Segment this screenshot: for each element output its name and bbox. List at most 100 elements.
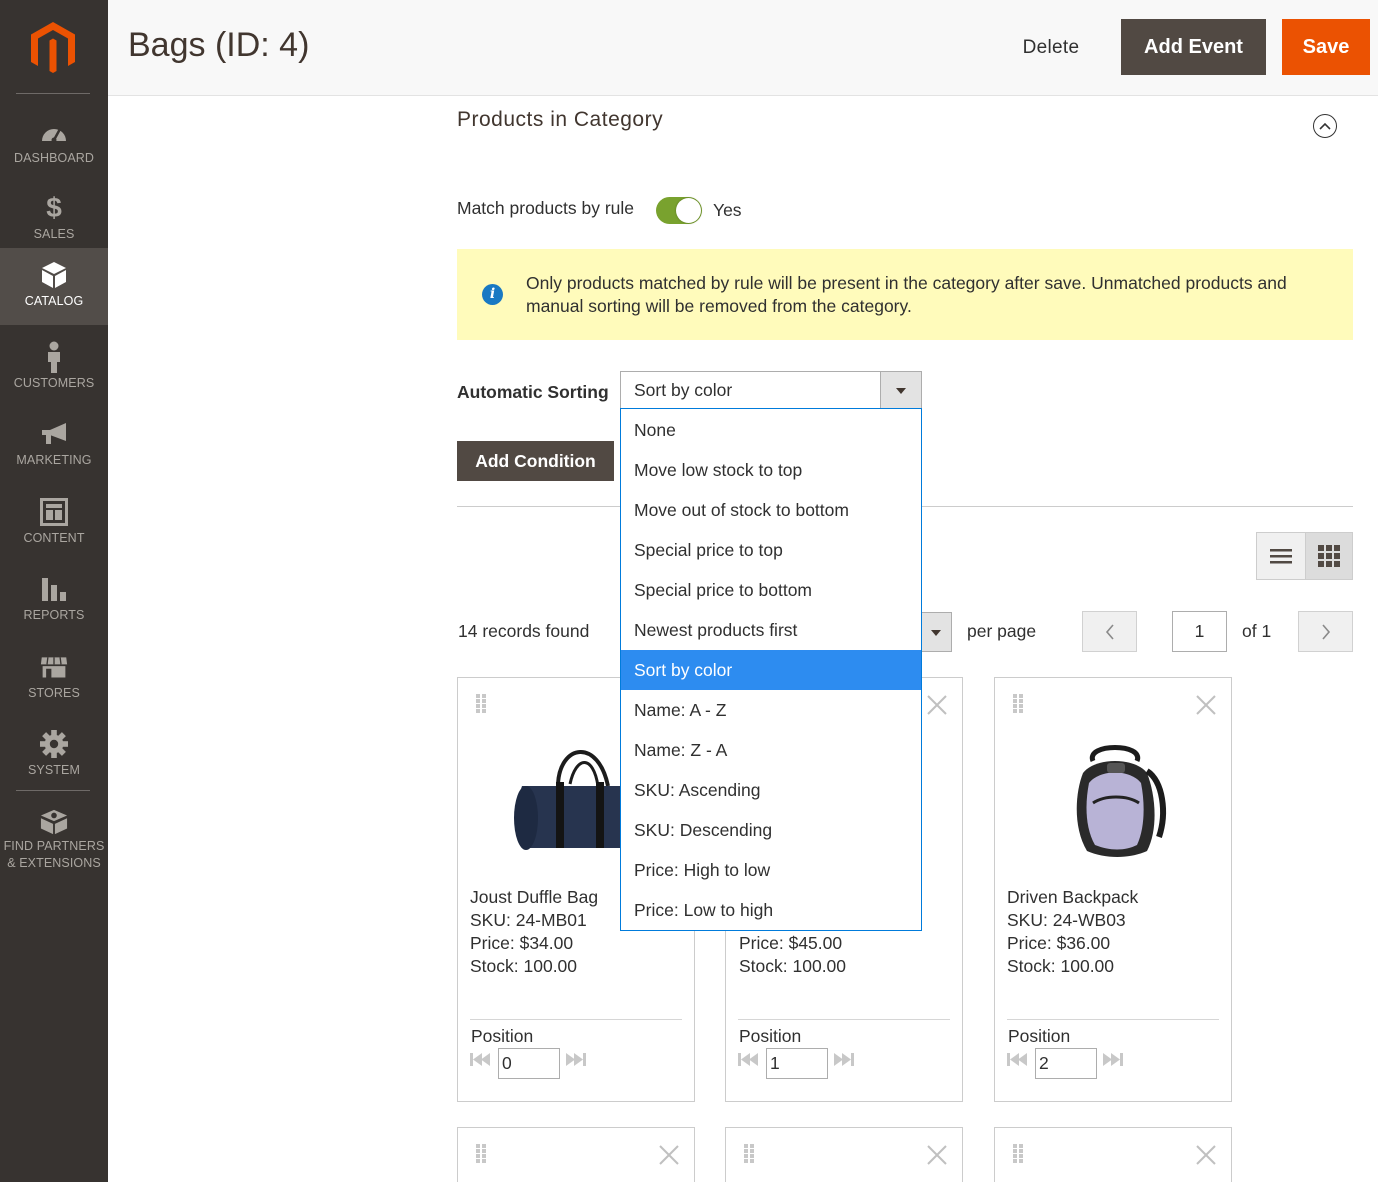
page-number-input[interactable] xyxy=(1172,611,1227,652)
position-input[interactable] xyxy=(498,1048,560,1079)
view-mode-toggle xyxy=(1256,532,1353,580)
product-info: Joust Duffle Bag SKU: 24-MB01 Price: $34… xyxy=(470,886,598,978)
dropdown-option[interactable]: Price: High to low xyxy=(621,850,921,890)
previous-page-button[interactable] xyxy=(1082,611,1137,652)
bar-chart-icon xyxy=(40,575,68,603)
save-button[interactable]: Save xyxy=(1282,19,1370,75)
remove-product-close-icon[interactable] xyxy=(1195,1144,1217,1166)
extensions-icon xyxy=(40,808,68,836)
content-layout-icon xyxy=(40,498,68,526)
dropdown-option[interactable]: Special price to top xyxy=(621,530,921,570)
sidebar-item-system[interactable]: SYSTEM xyxy=(0,720,108,796)
sidebar-item-dashboard[interactable]: DASHBOARD xyxy=(0,108,108,184)
product-price: Price: $34.00 xyxy=(470,933,574,953)
backpack-image xyxy=(1035,733,1195,857)
automatic-sorting-select[interactable]: Sort by color xyxy=(620,371,922,409)
list-view-icon[interactable] xyxy=(1257,533,1305,579)
sidebar-item-label: SALES xyxy=(33,227,75,241)
chevron-down-icon xyxy=(896,388,906,394)
dropdown-option[interactable]: Newest products first xyxy=(621,610,921,650)
sidebar-item-stores[interactable]: STORES xyxy=(0,643,108,719)
per-page-select-arrow[interactable] xyxy=(920,612,952,652)
move-to-first-icon[interactable] xyxy=(738,1053,760,1071)
match-products-value: Yes xyxy=(713,200,742,220)
drag-handle-icon[interactable] xyxy=(1013,1144,1023,1169)
collapse-chevron-up-icon[interactable] xyxy=(1313,114,1337,138)
megaphone-icon xyxy=(40,420,68,448)
sidebar-item-customers[interactable]: CUSTOMERS xyxy=(0,333,108,409)
product-card[interactable]: Driven Backpack SKU: 24-WB03 Price: $36.… xyxy=(994,677,1232,1102)
card-divider xyxy=(738,1019,950,1020)
drag-handle-icon[interactable] xyxy=(744,1144,754,1169)
remove-product-close-icon[interactable] xyxy=(926,694,948,716)
dropdown-option[interactable]: None xyxy=(621,410,921,450)
dropdown-option[interactable]: SKU: Ascending xyxy=(621,770,921,810)
dropdown-option-selected[interactable]: Sort by color xyxy=(621,650,921,690)
magento-logo-icon[interactable] xyxy=(27,20,79,76)
card-divider xyxy=(1007,1019,1219,1020)
dropdown-option[interactable]: Name: A - Z xyxy=(621,690,921,730)
position-label: Position xyxy=(471,1026,534,1046)
move-to-first-icon[interactable] xyxy=(470,1053,492,1071)
drag-handle-icon[interactable] xyxy=(1013,694,1023,719)
customer-icon xyxy=(40,341,68,373)
move-to-last-icon[interactable] xyxy=(834,1053,856,1071)
position-input[interactable] xyxy=(1035,1048,1097,1079)
product-card[interactable] xyxy=(994,1127,1232,1182)
sidebar-item-label: CUSTOMERS xyxy=(13,376,95,390)
dropdown-option[interactable]: SKU: Descending xyxy=(621,810,921,850)
sidebar-item-reports[interactable]: REPORTS xyxy=(0,565,108,641)
toggle-knob xyxy=(676,198,701,223)
sidebar-label-line: & EXTENSIONS xyxy=(7,856,101,870)
sidebar-divider xyxy=(16,790,90,791)
dropdown-option[interactable]: Move out of stock to bottom xyxy=(621,490,921,530)
move-to-last-icon[interactable] xyxy=(1103,1053,1125,1071)
dropdown-option[interactable]: Special price to bottom xyxy=(621,570,921,610)
product-sku: SKU: 24-WB03 xyxy=(1007,910,1126,930)
grid-view-icon[interactable] xyxy=(1305,533,1352,579)
product-stock: Stock: 100.00 xyxy=(739,956,847,976)
sidebar-item-marketing[interactable]: MARKETING xyxy=(0,410,108,486)
product-card[interactable] xyxy=(457,1127,695,1182)
dollar-icon: $ xyxy=(46,192,62,223)
notice-text: Only products matched by rule will be pr… xyxy=(526,273,1287,316)
sidebar-item-label: CONTENT xyxy=(23,531,85,545)
add-event-button[interactable]: Add Event xyxy=(1121,19,1266,75)
position-label: Position xyxy=(1008,1026,1071,1046)
section-title[interactable]: Products in Category xyxy=(457,108,663,132)
store-icon xyxy=(40,653,68,681)
dropdown-option[interactable]: Name: Z - A xyxy=(621,730,921,770)
records-found: 14 records found xyxy=(458,621,590,641)
sorting-dropdown-list: None Move low stock to top Move out of s… xyxy=(620,408,922,931)
move-to-first-icon[interactable] xyxy=(1007,1053,1029,1071)
sidebar-item-label: FIND PARTNERS & EXTENSIONS xyxy=(0,838,108,872)
next-page-button[interactable] xyxy=(1298,611,1353,652)
select-arrow[interactable] xyxy=(880,372,921,408)
sidebar-divider xyxy=(16,93,90,94)
info-icon: i xyxy=(482,284,503,305)
add-condition-button[interactable]: Add Condition xyxy=(457,441,614,481)
remove-product-close-icon[interactable] xyxy=(926,1144,948,1166)
remove-product-close-icon[interactable] xyxy=(1195,694,1217,716)
match-products-toggle[interactable] xyxy=(656,197,702,224)
drag-handle-icon[interactable] xyxy=(476,1144,486,1169)
drag-handle-icon[interactable] xyxy=(476,694,486,719)
move-to-last-icon[interactable] xyxy=(566,1053,588,1071)
sidebar-item-catalog[interactable]: CATALOG xyxy=(0,248,108,325)
remove-product-close-icon[interactable] xyxy=(658,1144,680,1166)
sidebar-item-content[interactable]: CONTENT xyxy=(0,488,108,564)
chevron-left-icon xyxy=(1105,623,1114,640)
per-page-label: per page xyxy=(967,621,1037,641)
product-stock: Stock: 100.00 xyxy=(470,956,578,976)
dropdown-option[interactable]: Move low stock to top xyxy=(621,450,921,490)
dropdown-option[interactable]: Price: Low to high xyxy=(621,890,921,930)
position-label: Position xyxy=(739,1026,802,1046)
product-card[interactable] xyxy=(725,1127,963,1182)
position-input[interactable] xyxy=(766,1048,828,1079)
delete-button[interactable]: Delete xyxy=(998,20,1104,75)
sidebar-item-find-partners[interactable]: FIND PARTNERS & EXTENSIONS xyxy=(0,798,108,878)
chevron-right-icon xyxy=(1321,623,1330,640)
dashboard-icon xyxy=(40,118,68,146)
sidebar-item-label: CATALOG xyxy=(24,294,84,308)
product-price: Price: $45.00 xyxy=(739,933,843,953)
